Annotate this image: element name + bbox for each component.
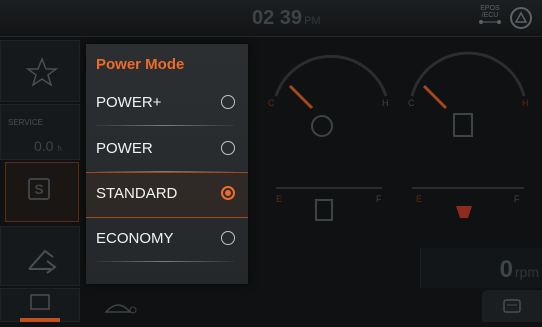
hydraulic-gauge-needle [422,84,448,110]
engine-tile[interactable] [0,288,80,322]
connection-icon [479,20,501,24]
top-bar: 02 39 PM EPOS /ECU [0,0,542,37]
popup-title: Power Mode [96,56,185,73]
option-power-plus[interactable]: POWER+ [86,82,248,126]
def-max-label: F [514,194,520,204]
star-icon [25,56,59,87]
coolant-max-label: H [382,98,389,108]
coolant-min-label: C [268,98,275,108]
excavator-arm-icon [28,249,57,274]
engine-icon [30,294,50,310]
favorite-button[interactable] [0,40,80,102]
radio-selected[interactable] [221,186,235,200]
radio-button[interactable] [482,290,542,322]
option-label: POWER [96,140,153,157]
option-standard[interactable]: STANDARD [86,172,248,218]
option-label: POWER+ [96,94,162,111]
fuel-icon [315,199,333,221]
radio-unselected[interactable] [221,95,235,109]
rpm-unit: rpm [514,264,539,280]
option-label: STANDARD [96,185,178,202]
option-power[interactable]: POWER [86,128,248,172]
radio-icon [503,299,521,313]
hydraulic-temp-icon [453,113,473,137]
epos-label: EPOS [480,5,500,12]
hydraulic-min-label: C [408,98,415,108]
attachment-button[interactable] [0,226,80,286]
s-mode-icon: S [28,178,50,200]
turtle-icon[interactable] [100,296,140,320]
coolant-temp-icon [311,115,333,137]
radio-unselected[interactable] [221,141,235,155]
def-icon [456,206,472,218]
clock: 02 39 PM [252,7,321,30]
clock-time: 02 39 [252,7,303,29]
ecu-label: /ECU [481,12,499,19]
service-label: SERVICE [8,118,43,127]
radio-unselected[interactable] [221,231,235,245]
rpm-value: 0 [499,256,513,283]
clock-ampm: PM [304,15,321,27]
epos-ecu-indicator: EPOS /ECU [478,5,502,27]
divider [96,125,234,126]
gauge-panel [274,51,526,221]
def-min-label: E [416,194,423,204]
rpm-display: 0 rpm [420,248,542,288]
power-mode-popup: Power Mode POWER+ POWER STANDARD ECONOMY [86,44,248,284]
hydraulic-max-label: H [522,98,529,108]
fuel-max-label: F [376,194,382,204]
option-label: ECONOMY [96,230,174,247]
warning-gear-icon [510,7,532,29]
service-value: 0.0 h [34,138,62,154]
fuel-min-label: E [276,194,283,204]
coolant-gauge-needle [288,84,314,110]
divider [96,261,234,262]
option-economy[interactable]: ECONOMY [86,218,248,262]
active-indicator [20,318,60,322]
